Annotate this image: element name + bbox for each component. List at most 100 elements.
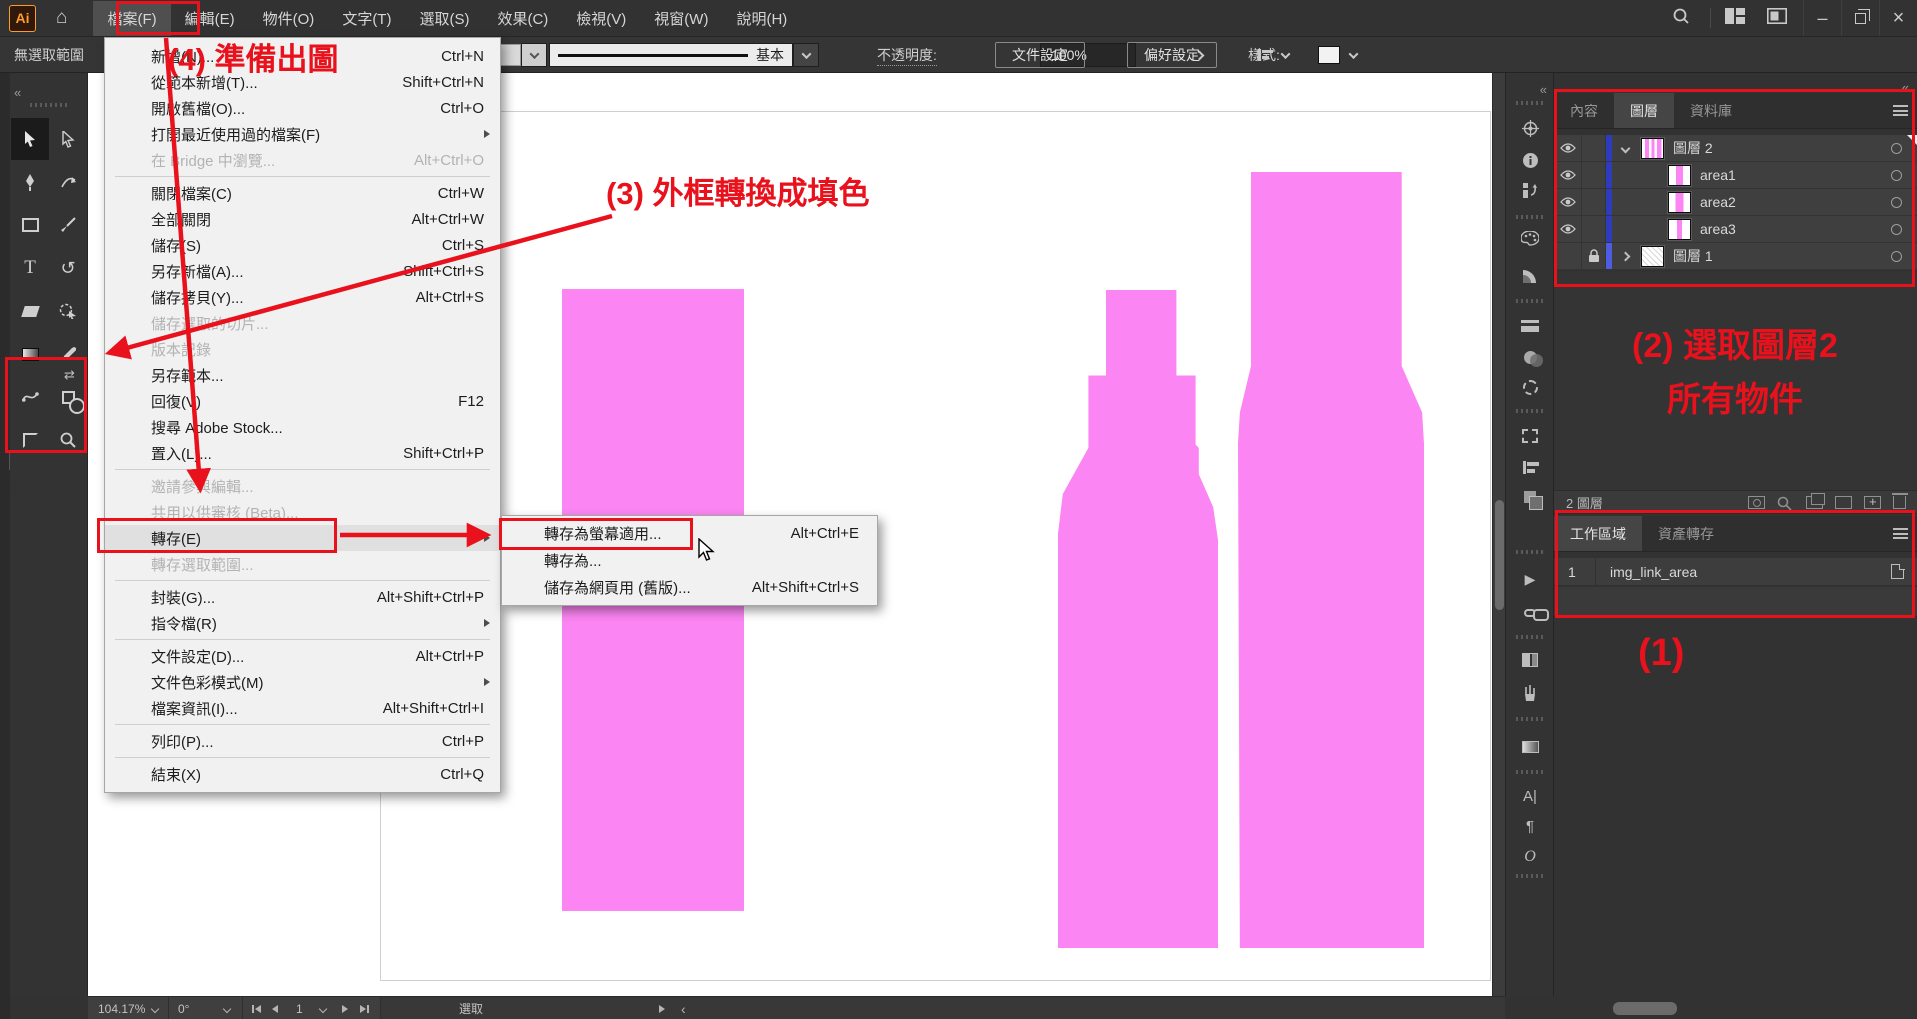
layers-panel-menu-icon[interactable] [1893, 105, 1908, 116]
menu-item-document-color-mode[interactable]: 文件色彩模式(M) [105, 669, 500, 695]
direct-selection-tool[interactable] [49, 118, 87, 160]
target-circle[interactable] [1891, 197, 1902, 208]
menu-item-file-info[interactable]: 檔案資訊(I)...Alt+Shift+Ctrl+I [105, 695, 500, 721]
menu-type[interactable]: 文字(T) [328, 1, 405, 36]
color-panel-icon[interactable] [1506, 225, 1554, 251]
last-artboard-button[interactable] [360, 997, 369, 1019]
menu-window[interactable]: 視窗(W) [640, 1, 722, 36]
color-guide-panel-icon[interactable] [1506, 262, 1554, 288]
new-layer-icon[interactable] [1864, 496, 1881, 509]
object-name[interactable]: area3 [1700, 221, 1736, 237]
restore-button[interactable] [1841, 0, 1879, 36]
gradient-panel-icon[interactable] [1506, 734, 1554, 760]
previous-artboard-button[interactable] [272, 997, 278, 1019]
layer-row-layer1[interactable]: 圖層 1 [1554, 243, 1917, 270]
layer-row-area2[interactable]: area2 [1554, 189, 1917, 216]
menu-object[interactable]: 物件(O) [249, 1, 329, 36]
object-thumbnail[interactable] [1668, 165, 1691, 186]
align-options[interactable] [1258, 37, 1289, 73]
tab-artboards[interactable]: 工作區域 [1554, 516, 1642, 551]
shape-builder-tool[interactable] [49, 290, 87, 332]
layer-thumbnail[interactable] [1641, 246, 1664, 267]
menu-item-open[interactable]: 開啟舊檔(O)...Ctrl+O [105, 95, 500, 121]
menu-item-close-all[interactable]: 全部關閉Alt+Ctrl+W [105, 206, 500, 232]
status-collapse-icon[interactable]: ‹ [681, 997, 686, 1019]
tab-libraries[interactable]: 資料庫 [1674, 93, 1748, 128]
artboard-row[interactable]: 1 img_link_area [1554, 558, 1917, 586]
rectangle-tool[interactable] [11, 204, 49, 246]
visibility-toggle[interactable] [1554, 189, 1582, 215]
brushes-panel-icon[interactable] [1506, 680, 1554, 706]
style-chevron-icon[interactable] [1340, 43, 1366, 67]
selection-tool[interactable] [11, 118, 49, 160]
paintbrush-tool[interactable] [49, 204, 87, 246]
lock-toggle[interactable] [1582, 135, 1606, 161]
appearance-panel-icon[interactable] [1506, 374, 1554, 400]
transparency-panel-icon[interactable] [1506, 344, 1554, 370]
stroke-panel-icon[interactable] [1506, 313, 1554, 339]
menu-item-search-adobe-stock[interactable]: 搜尋 Adobe Stock... [105, 414, 500, 440]
menu-edit[interactable]: 編輯(E) [171, 1, 249, 36]
curvature-tool[interactable] [49, 161, 87, 203]
minimize-button[interactable] [1803, 0, 1841, 36]
menu-help[interactable]: 說明(H) [722, 1, 801, 36]
pen-tool[interactable] [11, 161, 49, 203]
target-circle[interactable] [1891, 170, 1902, 181]
artboard-name[interactable]: img_link_area [1610, 564, 1697, 580]
layer-name[interactable]: 圖層 2 [1673, 138, 1713, 158]
search-layers-icon[interactable] [1777, 496, 1794, 509]
chevron-right-icon[interactable] [1621, 251, 1631, 261]
vertical-scrollbar-thumb[interactable] [1495, 500, 1504, 610]
visibility-toggle[interactable] [1554, 216, 1582, 242]
tab-asset-export[interactable]: 資產轉存 [1642, 516, 1730, 551]
object-name[interactable]: area2 [1700, 194, 1736, 210]
swatches-panel-icon[interactable] [1506, 647, 1554, 673]
gradient-tool[interactable] [11, 333, 49, 375]
menu-file[interactable]: 檔案(F) [93, 1, 170, 36]
object-thumbnail[interactable] [1668, 219, 1691, 240]
visibility-toggle[interactable] [1554, 243, 1582, 269]
menu-item-new[interactable]: 新增(N)...Ctrl+N [105, 43, 500, 69]
submenu-item-save-for-web[interactable]: 儲存為網頁用 (舊版)...Alt+Shift+Ctrl+S [502, 574, 877, 601]
target-circle[interactable] [1891, 251, 1902, 262]
artboard-nav-chevron-icon[interactable] [320, 997, 326, 1019]
puppet-warp-tool[interactable] [11, 376, 49, 418]
layer-row-area1[interactable]: area1 [1554, 162, 1917, 189]
align-panel-icon[interactable] [1506, 454, 1554, 480]
menu-item-package[interactable]: 封裝(G)...Alt+Shift+Ctrl+P [105, 584, 500, 610]
submenu-item-export-for-screens[interactable]: 轉存為螢幕適用...Alt+Ctrl+E [502, 520, 877, 547]
menu-item-revert[interactable]: 回復(V)F12 [105, 388, 500, 414]
visibility-toggle[interactable] [1554, 135, 1582, 161]
pathfinder-panel-icon[interactable] [1506, 484, 1554, 510]
style-swatch[interactable] [1318, 37, 1366, 73]
first-artboard-button[interactable] [252, 997, 261, 1019]
actions-panel-icon[interactable] [1506, 567, 1554, 593]
dock-collapse-icon[interactable] [1540, 81, 1547, 99]
menu-item-open-recent[interactable]: 打開最近使用過的檔案(F) [105, 121, 500, 147]
layer-row-layer2[interactable]: 圖層 2 [1554, 135, 1917, 162]
swap-fill-stroke-icon[interactable] [64, 366, 75, 384]
artboard-navigation-value[interactable]: 1 [296, 997, 303, 1019]
rotation-chevron-icon[interactable] [224, 997, 230, 1019]
eraser-tool[interactable] [11, 290, 49, 332]
status-play-icon[interactable] [659, 997, 665, 1019]
document-setup-button[interactable]: 文件設定 [995, 42, 1085, 68]
shape-area3[interactable] [1238, 172, 1424, 948]
object-name[interactable]: area1 [1700, 167, 1736, 183]
menu-select[interactable]: 選取(S) [405, 1, 483, 36]
close-button[interactable] [1879, 0, 1917, 36]
visibility-toggle[interactable] [1554, 162, 1582, 188]
submenu-item-export-as[interactable]: 轉存為... [502, 547, 877, 574]
new-sublayer-icon[interactable] [1835, 496, 1852, 509]
menu-item-new-from-template[interactable]: 從範本新增(T)...Shift+Ctrl+N [105, 69, 500, 95]
make-clip-mask-icon[interactable] [1748, 496, 1765, 509]
menu-item-export[interactable]: 轉存(E) [105, 525, 500, 551]
menu-effect[interactable]: 效果(C) [483, 1, 562, 36]
trash-icon[interactable] [1893, 496, 1906, 509]
preferences-button[interactable]: 偏好設定 [1127, 42, 1217, 68]
lock-toggle[interactable] [1582, 162, 1606, 188]
horizontal-scrollbar-thumb[interactable] [1613, 1002, 1677, 1015]
export-history-panel-icon[interactable] [1506, 177, 1554, 203]
home-icon[interactable] [56, 7, 67, 29]
menu-item-save-as[interactable]: 另存新檔(A)...Shift+Ctrl+S [105, 258, 500, 284]
